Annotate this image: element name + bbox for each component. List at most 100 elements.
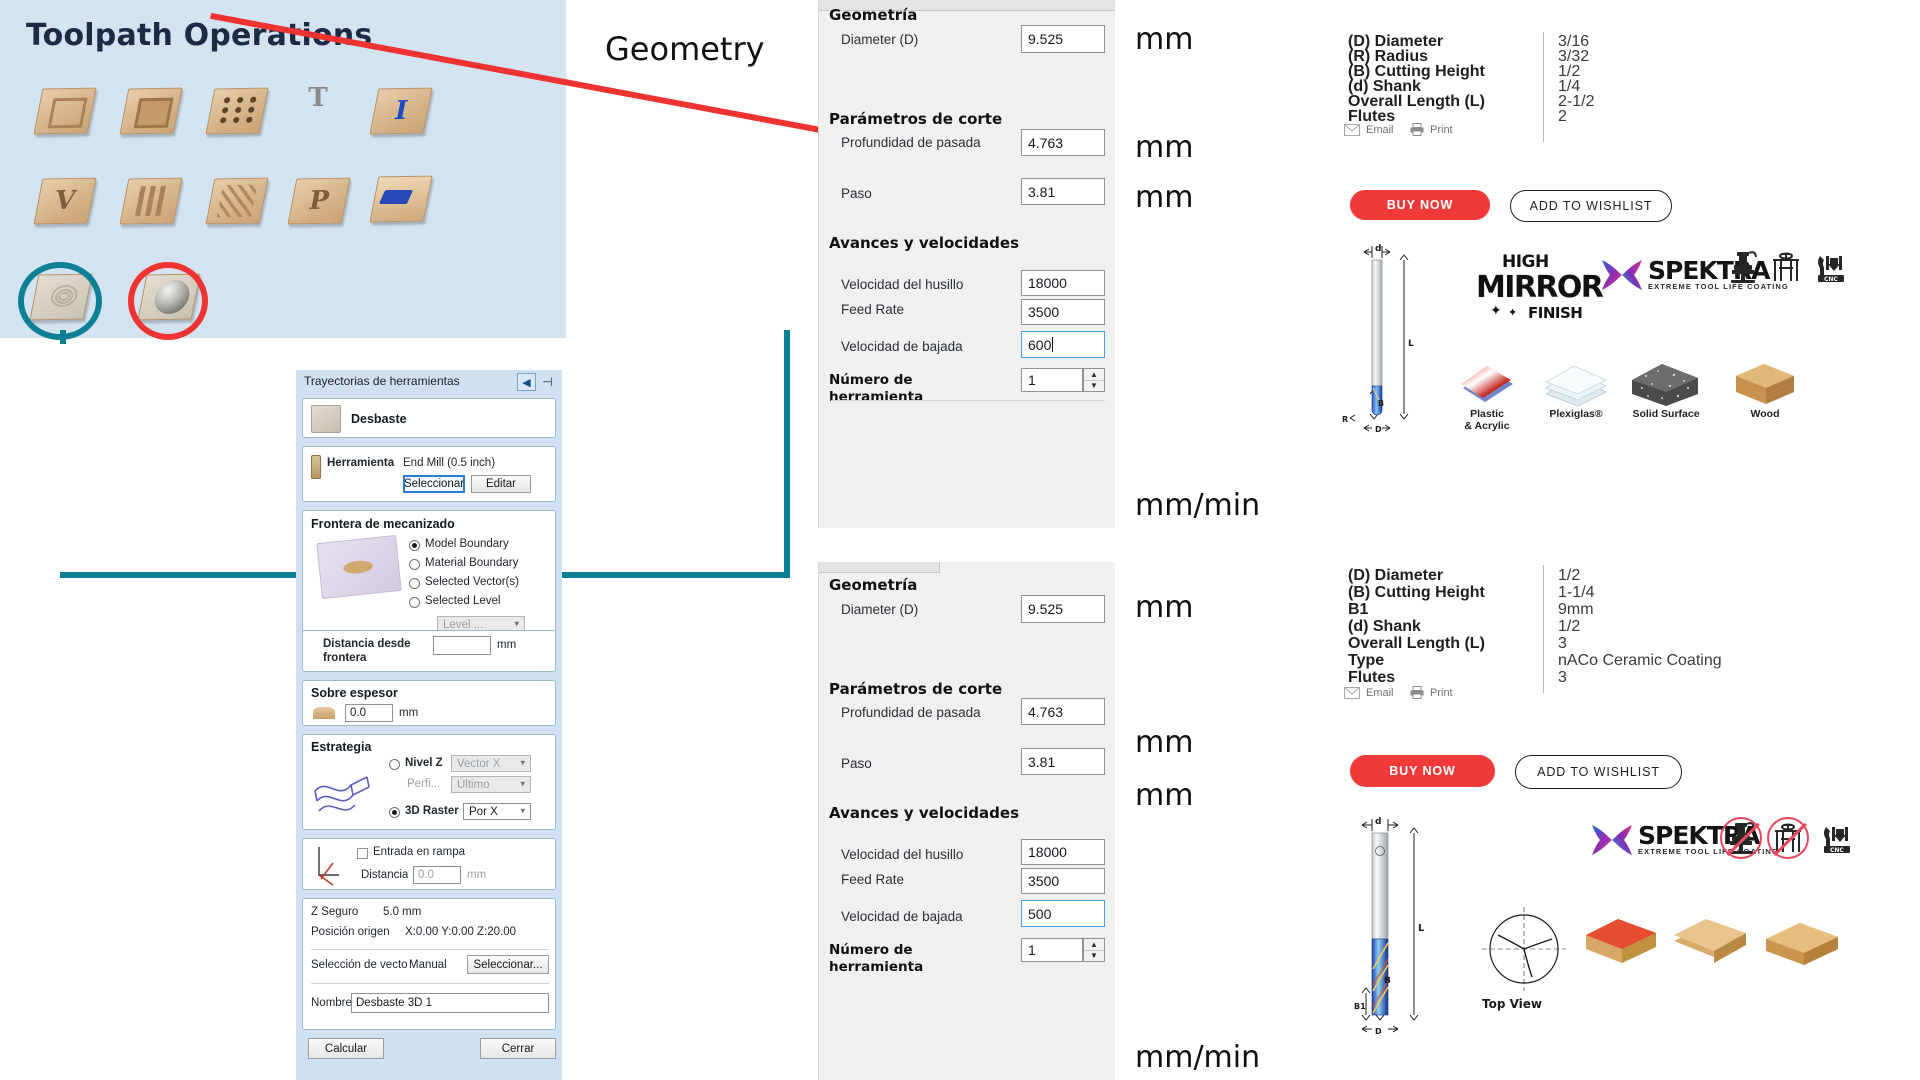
spec-key: Overall Length (L) [1348, 635, 1485, 652]
pass-depth-label-top: Profundidad de pasada [841, 135, 981, 150]
email-link[interactable]: Email [1366, 687, 1394, 699]
tool-number-input-top[interactable]: 1 [1021, 368, 1083, 392]
radio-selected-vectors[interactable] [409, 578, 420, 589]
spec-value: 2 [1558, 108, 1567, 125]
material-plexiglas-swatch [1540, 365, 1612, 408]
safe-z-label: Z Seguro [311, 906, 359, 918]
buy-now-button-top[interactable]: BUY NOW [1350, 190, 1490, 220]
diameter-input-top[interactable]: 9.525 [1021, 25, 1105, 53]
diameter-label-bottom: Diameter (D) [841, 602, 919, 617]
feeds-heading-bottom: Avances y velocidades [829, 804, 1019, 822]
calculate-button[interactable]: Calcular [308, 1038, 384, 1059]
profile-pass-select[interactable]: Último ▾ [451, 776, 531, 793]
moulding-toolpath-icon[interactable] [368, 166, 434, 228]
radio-model-boundary[interactable] [409, 540, 420, 551]
tool-number-stepper-top[interactable]: ▲ ▼ [1083, 368, 1105, 392]
radio-material-boundary[interactable] [409, 559, 420, 570]
allowance-unit: mm [399, 707, 419, 719]
sparkle-icon: ✦ [1490, 302, 1502, 318]
spindle-label-bottom: Velocidad del husillo [841, 847, 964, 862]
vector-select-button[interactable]: Seleccionar... [467, 955, 549, 974]
spektra-x-icon [1592, 825, 1632, 855]
stepper-down-icon[interactable]: ▼ [1084, 951, 1104, 962]
router-icon [1728, 250, 1758, 289]
rough-machining-icon [311, 405, 341, 433]
spec-key: (B) Cutting Height [1348, 584, 1485, 601]
stepper-up-icon[interactable]: ▲ [1084, 369, 1104, 381]
email-icon [1344, 687, 1360, 699]
stepover-input-top[interactable]: 3.81 [1021, 178, 1105, 205]
spec-key: (d) Shank [1348, 618, 1421, 635]
allowance-input[interactable]: 0.0 [345, 704, 393, 722]
fluting-toolpath-icon[interactable] [118, 168, 184, 230]
level-select-value: Level ... [443, 618, 484, 631]
diameter-input-bottom[interactable]: 9.525 [1021, 595, 1105, 623]
stepper-down-icon[interactable]: ▼ [1084, 381, 1104, 392]
strategy-preview-icon [314, 776, 370, 812]
buy-now-button-bottom[interactable]: BUY NOW [1350, 755, 1495, 787]
raster-direction-select[interactable]: Por X ▾ [463, 803, 531, 820]
spektra-tagline: EXTREME TOOL LIFE COATING [1648, 282, 1789, 292]
tool-number-stepper-bottom[interactable]: ▲ ▼ [1083, 938, 1105, 962]
drilling-toolpath-icon[interactable] [204, 78, 270, 140]
spec-divider [1543, 565, 1544, 693]
texture-toolpath-icon[interactable] [204, 168, 270, 230]
z-level-direction-select[interactable]: Vector X ▾ [451, 755, 531, 772]
product-card-top: (D) Diameter 3/16 (R) Radius 3/32 (B) Cu… [1330, 0, 1920, 450]
ramp-entry-checkbox[interactable] [357, 848, 368, 859]
spindle-input-bottom[interactable]: 18000 [1021, 839, 1105, 865]
toolpath-name-input[interactable]: Desbaste 3D 1 [351, 993, 549, 1013]
ramp-entry-label: Entrada en rampa [373, 846, 466, 858]
ramp-distance-input[interactable]: 0.0 [413, 866, 461, 884]
distance-group: Distancia desde frontera mm [302, 630, 556, 672]
pin-icon[interactable]: ⊣ [539, 374, 556, 390]
allowance-title: Sobre espesor [311, 686, 398, 700]
dock-left-icon[interactable]: ◀ [517, 373, 536, 391]
dialog-titlebar: Trayectorias de herramientas ◀ ⊣ [296, 370, 562, 394]
quick-engrave-toolpath-icon[interactable]: T [284, 72, 350, 134]
geometry-heading-bottom: Geometría [829, 576, 918, 594]
stepover-input-bottom[interactable]: 3.81 [1021, 748, 1105, 775]
stepper-up-icon[interactable]: ▲ [1084, 939, 1104, 951]
select-tool-button[interactable]: Seleccionar [403, 475, 465, 493]
home-position-label: Posición origen [311, 926, 390, 938]
email-link[interactable]: Email [1366, 124, 1394, 136]
badge-mirror-text: MIRROR [1476, 270, 1604, 305]
boundary-title: Frontera de mecanizado [311, 517, 455, 531]
profile-toolpath-icon[interactable] [32, 78, 98, 140]
plunge-input-bottom[interactable]: 500 [1021, 900, 1105, 927]
product-card-bottom: (D) Diameter 1/2 (B) Cutting Height 1-1/… [1330, 565, 1920, 1080]
vcarve-toolpath-icon[interactable]: V [32, 168, 98, 230]
inlay-toolpath-icon[interactable]: I [368, 78, 434, 140]
tool-number-input-bottom[interactable]: 1 [1021, 938, 1083, 962]
feed-rate-input-bottom[interactable]: 3500 [1021, 868, 1105, 894]
print-link[interactable]: Print [1430, 687, 1453, 699]
wood-sample-red-top [1582, 915, 1660, 967]
pass-depth-input-bottom[interactable]: 4.763 [1021, 698, 1105, 725]
material-plexiglas-label: Plexiglas® [1549, 408, 1603, 420]
add-to-wishlist-button-top[interactable]: ADD TO WISHLIST [1510, 190, 1672, 222]
stepover-label-top: Paso [841, 186, 872, 201]
spindle-input-top[interactable]: 18000 [1021, 270, 1105, 296]
close-button[interactable]: Cerrar [480, 1038, 556, 1059]
feed-rate-input-top[interactable]: 3500 [1021, 299, 1105, 325]
add-to-wishlist-button-bottom[interactable]: ADD TO WISHLIST [1515, 755, 1682, 789]
radio-3d-raster[interactable] [389, 807, 400, 818]
print-link[interactable]: Print [1430, 124, 1453, 136]
spektra-wordmark: SPEKTRA [1648, 255, 1770, 285]
radio-z-level[interactable] [389, 759, 400, 770]
spec-value: 3 [1558, 669, 1567, 686]
plunge-input-top[interactable]: 600 [1021, 331, 1105, 358]
operation-name: Desbaste [351, 412, 407, 426]
prism-carving-toolpath-icon[interactable]: P [286, 168, 352, 230]
pocket-toolpath-icon[interactable] [118, 78, 184, 140]
pass-depth-input-top[interactable]: 4.763 [1021, 129, 1105, 156]
distance-input[interactable] [433, 636, 491, 655]
spindle-label-top: Velocidad del husillo [841, 277, 964, 292]
geometry-heading-top: Geometría [829, 6, 918, 24]
radio-selected-level[interactable] [409, 597, 420, 608]
strategy-title: Estrategia [311, 740, 372, 754]
teal-highlight-ring [18, 262, 102, 340]
red-highlight-ring [128, 262, 208, 340]
edit-tool-button[interactable]: Editar [471, 475, 531, 493]
